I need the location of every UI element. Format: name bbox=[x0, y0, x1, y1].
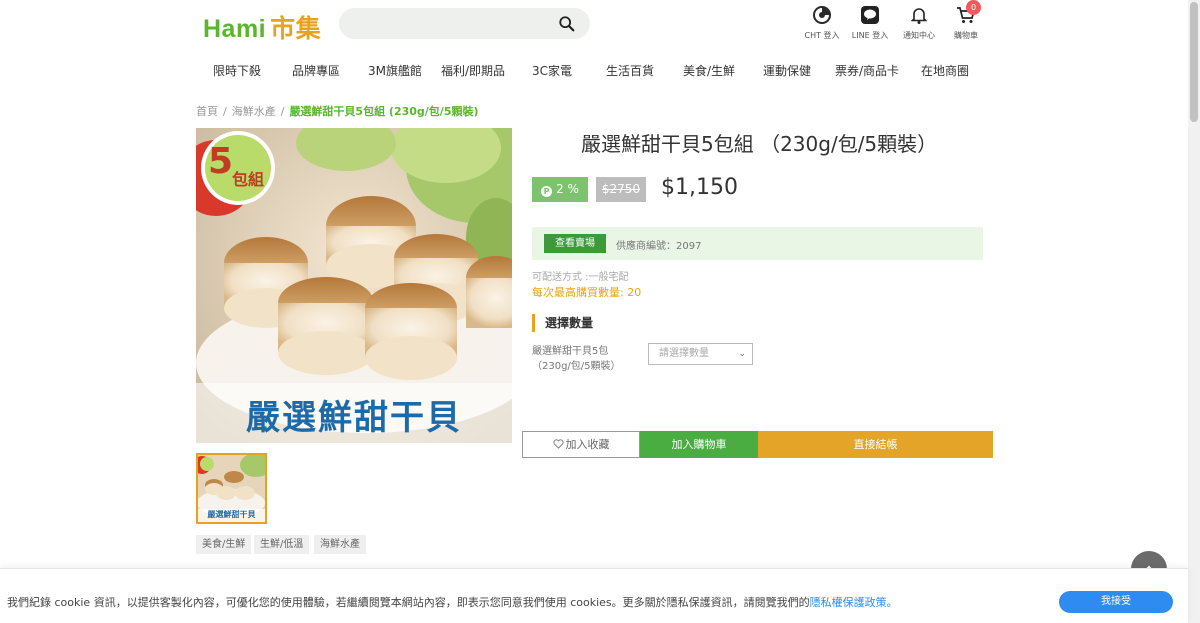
breadcrumb-separator: / bbox=[280, 105, 285, 118]
chevron-down-icon: ⌄ bbox=[738, 349, 746, 359]
cookie-suffix: 。 bbox=[886, 596, 898, 609]
add-to-cart-button[interactable]: 加入購物車 bbox=[640, 431, 758, 458]
add-to-favorites-button[interactable]: 加入收藏 bbox=[522, 431, 640, 458]
breadcrumb-current: 嚴選鮮甜干貝5包組 (230g/包/5顆裝) bbox=[289, 105, 479, 118]
bell-icon bbox=[910, 8, 928, 24]
logo-hami-text: Hami bbox=[203, 15, 267, 43]
nav-item-tickets[interactable]: 票券/商品卡 bbox=[835, 62, 899, 79]
tag-seafood[interactable]: 海鮮水產 bbox=[314, 535, 366, 554]
reward-percent: 2 % bbox=[556, 182, 579, 196]
reward-badge: P2 % bbox=[532, 177, 588, 202]
cart-count-badge: 0 bbox=[966, 0, 981, 15]
add-to-favorites-label: 加入收藏 bbox=[565, 438, 610, 451]
image-badge-num: 5 bbox=[208, 141, 234, 182]
cht-logo-icon bbox=[813, 6, 831, 24]
quantity-heading: 選擇數量 bbox=[532, 314, 593, 332]
image-caption: 嚴選鮮甜干貝 bbox=[246, 398, 462, 438]
cart-button[interactable]: 購物車 0 bbox=[936, 0, 996, 41]
breadcrumb-category[interactable]: 海鮮水產 bbox=[232, 105, 276, 118]
breadcrumb: 首頁 / 海鮮水產 / 嚴選鮮甜干貝5包組 (230g/包/5顆裝) bbox=[196, 103, 479, 119]
product-main-image[interactable]: 5 包組 嚴選鮮甜干貝 bbox=[196, 128, 512, 443]
tag-food[interactable]: 美食/生鮮 bbox=[196, 535, 252, 554]
shipping-method: 可配送方式 :一般宅配 bbox=[532, 272, 629, 283]
nav-item-flash-sale[interactable]: 限時下殺 bbox=[213, 62, 261, 79]
nav-item-welfare[interactable]: 福利/即期品 bbox=[441, 62, 505, 79]
main-nav: 限時下殺 品牌專區 3M旗艦館 福利/即期品 3C家電 生活百貨 美食/生鮮 運… bbox=[0, 62, 1188, 82]
page-scrollbar[interactable] bbox=[1188, 0, 1200, 623]
vendor-panel: 查看賣場 供應商編號：2097 bbox=[532, 227, 983, 260]
buy-now-button[interactable]: 直接結帳 bbox=[758, 431, 993, 458]
line-icon bbox=[861, 6, 879, 24]
heart-icon bbox=[552, 439, 564, 449]
search-icon[interactable] bbox=[558, 15, 576, 33]
tag-fresh[interactable]: 生鮮/低溫 bbox=[254, 535, 310, 554]
nav-item-food[interactable]: 美食/生鮮 bbox=[683, 62, 735, 79]
quantity-item-label-line2: （230g/包/5顆裝） bbox=[532, 361, 621, 372]
site-header: Hami 市集 CHT 登入 LINE 登入 通知中心 購物車 0 bbox=[0, 0, 1188, 50]
view-store-button[interactable]: 查看賣場 bbox=[544, 234, 606, 253]
nav-item-3m[interactable]: 3M旗艦館 bbox=[368, 62, 422, 79]
cookie-message: 我們紀錄 cookie 資訊，以提供客製化內容，可優化您的使用體驗，若繼續閱覽本… bbox=[7, 594, 898, 610]
sale-price: $1,150 bbox=[661, 175, 738, 200]
nav-item-living[interactable]: 生活百貨 bbox=[606, 62, 654, 79]
hami-point-icon: P bbox=[541, 186, 553, 197]
quantity-select[interactable]: 請選擇數量 ⌄ bbox=[648, 343, 753, 365]
hami-logo[interactable]: Hami 市集 bbox=[203, 9, 321, 45]
search-input[interactable] bbox=[339, 8, 590, 39]
original-price: $2750 bbox=[596, 177, 646, 202]
product-thumbnail[interactable]: 嚴選鮮甜干貝 bbox=[196, 453, 267, 524]
thumbnail-caption: 嚴選鮮甜干貝 bbox=[207, 510, 256, 519]
breadcrumb-separator: / bbox=[223, 105, 227, 118]
nav-item-sports[interactable]: 運動保健 bbox=[763, 62, 811, 79]
quantity-select-value: 請選擇數量 bbox=[659, 348, 709, 359]
nav-item-3c[interactable]: 3C家電 bbox=[532, 62, 572, 79]
cookie-text: 我們紀錄 cookie 資訊，以提供客製化內容，可優化您的使用體驗，若繼續閱覽本… bbox=[7, 596, 810, 609]
image-badge-text: 包組 bbox=[232, 170, 265, 189]
quantity-item-label-line1: 嚴選鮮甜干貝5包 bbox=[532, 346, 609, 357]
nav-item-brands[interactable]: 品牌專區 bbox=[292, 62, 340, 79]
scrollbar-thumb[interactable] bbox=[1190, 2, 1198, 122]
cart-label: 購物車 bbox=[954, 31, 978, 40]
nav-item-local[interactable]: 在地商圈 bbox=[921, 62, 969, 79]
breadcrumb-home[interactable]: 首頁 bbox=[196, 105, 218, 118]
vendor-number: 供應商編號：2097 bbox=[616, 241, 702, 252]
cookie-accept-button[interactable]: 我接受 bbox=[1059, 591, 1173, 613]
logo-shiji-text: 市集 bbox=[270, 15, 322, 43]
max-purchase: 每次最高購買數量: 20 bbox=[532, 286, 642, 299]
product-title: 嚴選鮮甜干貝5包組 （230g/包/5顆裝） bbox=[581, 132, 938, 156]
privacy-policy-link[interactable]: 隱私權保護政策 bbox=[810, 596, 887, 609]
quantity-item-label: 嚴選鮮甜干貝5包 （230g/包/5顆裝） bbox=[532, 344, 621, 374]
cookie-banner: 我們紀錄 cookie 資訊，以提供客製化內容，可優化您的使用體驗，若繼續閱覽本… bbox=[0, 568, 1188, 623]
